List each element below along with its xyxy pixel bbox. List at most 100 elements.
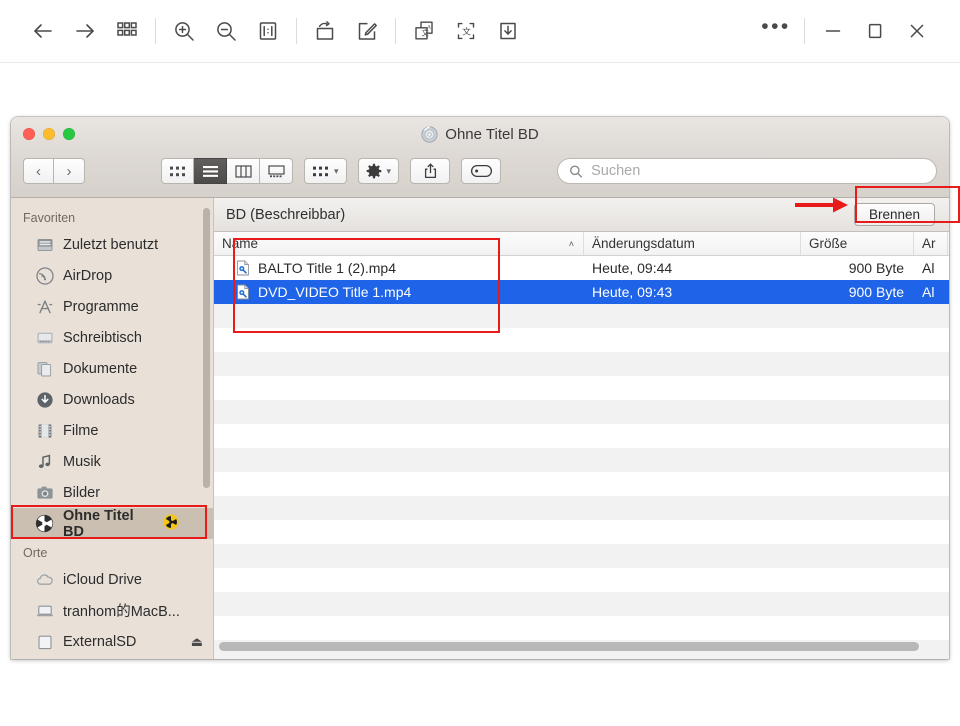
tag-icon	[471, 164, 493, 178]
sidebar-item-macbook[interactable]: tranhom的MacB...	[11, 595, 213, 626]
column-view-button[interactable]	[227, 158, 260, 184]
sidebar-item-label: tranhom的MacB...	[63, 604, 180, 620]
search-input[interactable]	[591, 163, 925, 179]
column-header-label: Größe	[809, 236, 848, 251]
action-button[interactable]: ▾	[357, 158, 400, 184]
finder-back-chevron: ‹	[36, 162, 41, 180]
finder-titlebar: Ohne Titel BD ‹ › ▾ ▾ Suchen	[11, 117, 949, 198]
file-kind-cell: Al	[922, 284, 935, 300]
eject-icon[interactable]: ⏏	[191, 634, 203, 650]
ocr-select-button[interactable]: 文	[445, 10, 487, 52]
close-button[interactable]	[896, 10, 938, 52]
finder-window: Ohne Titel BD ‹ › ▾ ▾ Suchen Favoriten Z…	[11, 117, 949, 659]
burn-button[interactable]: Brennen	[853, 203, 935, 226]
zoom-in-button[interactable]	[163, 10, 205, 52]
sidebar-item-label: Filme	[63, 422, 99, 439]
sidebar-item-filme[interactable]: Filme	[11, 415, 213, 446]
empty-row	[214, 520, 949, 544]
translate-pages-button[interactable]: 文 A	[403, 10, 445, 52]
table-row[interactable]: DVD_VIDEO Title 1.mp4 Heute, 09:43 900 B…	[214, 280, 949, 304]
column-header-size[interactable]: Größe	[801, 232, 914, 255]
horizontal-scrollbar[interactable]	[219, 642, 919, 651]
drive-icon	[35, 632, 54, 651]
documents-icon	[35, 359, 54, 378]
search-icon	[570, 164, 583, 178]
search-field[interactable]	[557, 158, 937, 184]
column-header-modified[interactable]: Änderungsdatum	[584, 232, 801, 255]
airdrop-icon	[35, 266, 54, 285]
mp4-file-icon	[237, 284, 249, 300]
sidebar-item-dokumente[interactable]: Dokumente	[11, 353, 213, 384]
back-button[interactable]	[22, 10, 64, 52]
toolbar-divider-1	[155, 18, 156, 44]
column-header-name[interactable]: Name ˄	[214, 232, 584, 255]
file-name-cell: BALTO Title 1 (2).mp4	[214, 256, 584, 280]
sidebar-item-label: AirDrop	[63, 267, 113, 284]
toolbar-divider-4	[804, 18, 805, 44]
finder-back-button[interactable]: ‹	[23, 158, 54, 184]
window-title-text: Ohne Titel BD	[445, 126, 539, 143]
laptop-icon	[35, 601, 54, 620]
gallery-view-button[interactable]	[260, 158, 293, 184]
sidebar-item-musik[interactable]: Musik	[11, 446, 213, 477]
sidebar-item-programme[interactable]: Programme	[11, 291, 213, 322]
empty-row	[214, 376, 949, 400]
sidebar-item-icloud-drive[interactable]: iCloud Drive	[11, 564, 213, 595]
rotate-button[interactable]	[304, 10, 346, 52]
sidebar-item-downloads[interactable]: Downloads	[11, 384, 213, 415]
sidebar-item-ohne-titel-bd[interactable]: Ohne Titel BD	[11, 507, 213, 540]
empty-row	[214, 448, 949, 472]
icon-view-button[interactable]	[161, 158, 194, 184]
applications-icon	[35, 297, 54, 316]
sidebar-scrollbar[interactable]	[203, 208, 210, 488]
sidebar-item-schreibtisch[interactable]: Schreibtisch	[11, 322, 213, 353]
sidebar-item-label: Ohne Titel BD	[63, 507, 134, 540]
sidebar-item-externalsd[interactable]: ExternalSD ⏏	[11, 626, 213, 657]
burn-bar: BD (Beschreibbar) Brennen	[214, 198, 949, 232]
forward-button[interactable]	[64, 10, 106, 52]
file-name-text: DVD_VIDEO Title 1.mp4	[258, 284, 412, 300]
fit-page-button[interactable]	[247, 10, 289, 52]
share-button[interactable]	[410, 158, 451, 184]
sidebar-item-label: iCloud Drive	[63, 571, 142, 588]
column-header-kind[interactable]: Ar	[914, 232, 948, 255]
arrange-button[interactable]: ▾	[304, 158, 347, 184]
disc-icon	[421, 126, 438, 143]
sidebar-item-bilder[interactable]: Bilder	[11, 477, 213, 508]
file-modified-cell: Heute, 09:43	[592, 284, 673, 300]
tag-button[interactable]	[461, 158, 502, 184]
sidebar-section-header-favoriten: Favoriten	[23, 211, 76, 225]
finder-forward-button[interactable]: ›	[54, 158, 85, 184]
window-title-group: Ohne Titel BD	[11, 126, 949, 143]
file-name-cell: DVD_VIDEO Title 1.mp4	[214, 280, 584, 304]
minimize-button[interactable]	[812, 10, 854, 52]
download-button[interactable]	[487, 10, 529, 52]
arrange-icon	[313, 166, 328, 176]
thumbnails-button[interactable]	[106, 10, 148, 52]
sidebar-item-label: Bilder	[63, 484, 101, 501]
more-options-button[interactable]: •••	[755, 10, 797, 52]
recents-icon	[35, 235, 54, 254]
file-size-cell: 900 Byte	[848, 260, 904, 276]
file-list: BALTO Title 1 (2).mp4 Heute, 09:44 900 B…	[214, 256, 949, 659]
finder-body: Favoriten Zuletzt benutzt AirDrop Progra…	[11, 198, 949, 659]
column-header-label: Name	[222, 236, 259, 251]
toolbar-divider-3	[395, 18, 396, 44]
list-view-button[interactable]	[194, 158, 227, 184]
gallery-view-icon	[267, 164, 285, 177]
sidebar-item-label: Programme	[63, 298, 139, 315]
sidebar-item-zuletzt-benutzt[interactable]: Zuletzt benutzt	[11, 229, 213, 260]
music-icon	[35, 452, 54, 471]
table-row[interactable]: BALTO Title 1 (2).mp4 Heute, 09:44 900 B…	[214, 256, 949, 280]
icon-view-icon	[170, 166, 185, 176]
radioactive-badge-icon	[163, 513, 179, 534]
sidebar-item-airdrop[interactable]: AirDrop	[11, 260, 213, 291]
maximize-button[interactable]	[854, 10, 896, 52]
sidebar-item-label: Dokumente	[63, 360, 138, 377]
sidebar-section-header-orte: Orte	[23, 546, 48, 560]
sidebar-item-label: Musik	[63, 453, 101, 470]
empty-row	[214, 328, 949, 352]
annotate-button[interactable]	[346, 10, 388, 52]
zoom-out-button[interactable]	[205, 10, 247, 52]
gear-icon	[366, 163, 381, 179]
